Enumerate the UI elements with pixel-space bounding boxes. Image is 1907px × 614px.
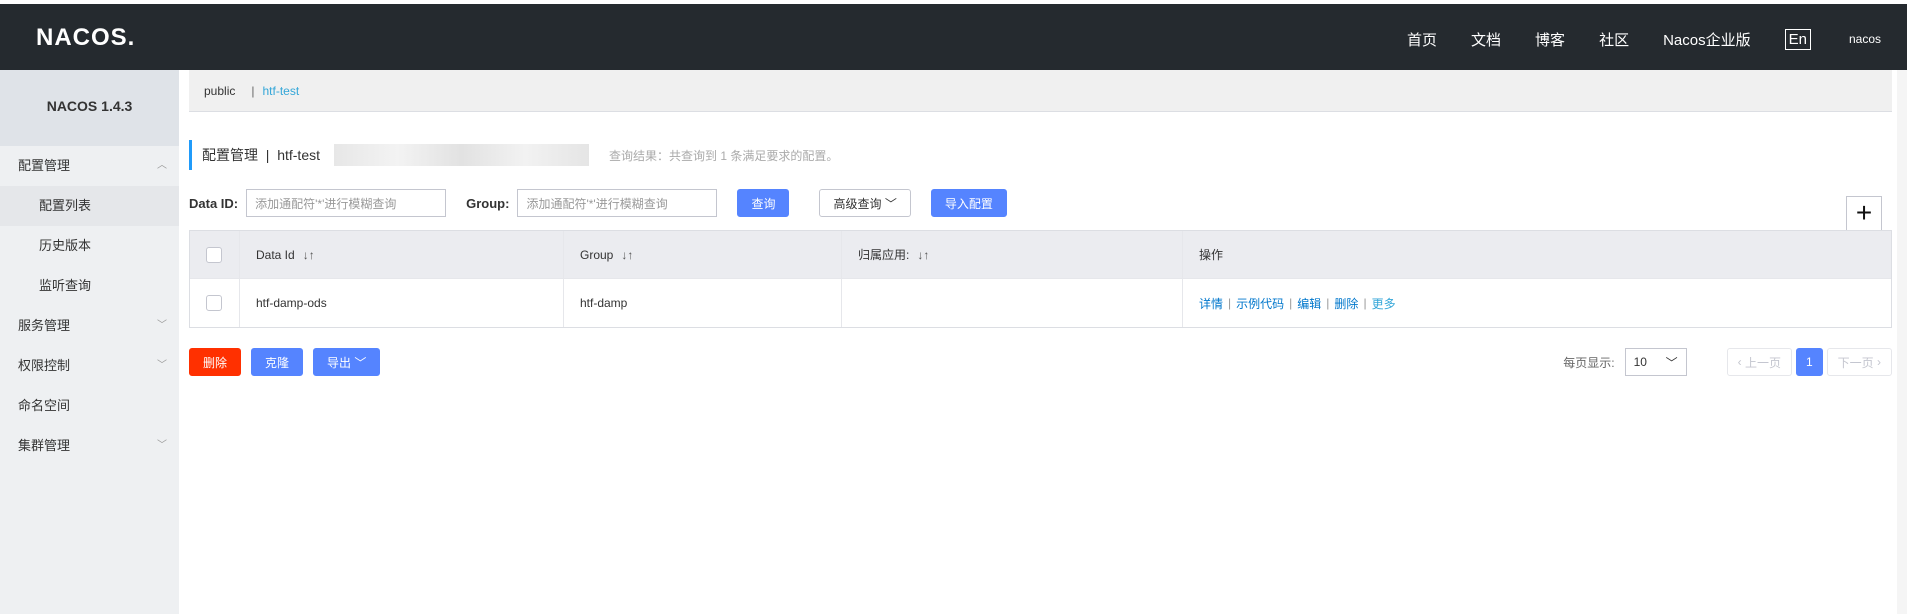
- table-header-row: Data Id ↓↑ Group ↓↑ 归属应用: ↓↑ 操作: [190, 231, 1891, 279]
- pagination: 每页显示: 10 ﹀ ‹ 上一页 1 下一页 ›: [1563, 348, 1892, 376]
- sidebar-item-listener-query[interactable]: 监听查询: [0, 266, 179, 306]
- header-group[interactable]: Group ↓↑: [564, 231, 842, 278]
- chevron-down-icon: ﹀: [157, 440, 167, 451]
- sidebar-item-label: 服务管理: [18, 318, 71, 333]
- sidebar: NACOS 1.4.3 配置管理 ︿ 配置列表 历史版本 监听查询 服务管理 ﹀…: [0, 70, 179, 614]
- header-data-id[interactable]: Data Id ↓↑: [240, 231, 564, 278]
- bulk-delete-button[interactable]: 删除: [189, 348, 242, 376]
- more-link[interactable]: 更多: [1372, 295, 1396, 312]
- namespace-bar: public | htf-test: [189, 70, 1892, 112]
- search-row: Data ID: 添加通配符'*'进行模糊查询 Group: 添加通配符'*'进…: [189, 188, 1892, 232]
- namespace-current-link[interactable]: htf-test: [262, 84, 299, 98]
- sample-code-link[interactable]: 示例代码: [1236, 295, 1284, 312]
- next-page-button[interactable]: 下一页 ›: [1826, 348, 1892, 376]
- sidebar-item-label: 历史版本: [39, 238, 92, 253]
- sidebar-item-label: 权限控制: [18, 358, 71, 373]
- top-nav: 首页 文档 博客 社区 Nacos企业版 En nacos: [1407, 4, 1907, 74]
- nav-docs[interactable]: 文档: [1471, 29, 1501, 50]
- chevron-right-icon: ›: [1877, 355, 1881, 369]
- page-size-label: 每页显示:: [1563, 355, 1615, 370]
- namespace-public-link[interactable]: public: [204, 84, 235, 98]
- header-operations: 操作: [1199, 248, 1224, 262]
- sidebar-item-label: 命名空间: [18, 398, 71, 413]
- bulk-actions: 删除 克隆 导出 ﹀: [189, 348, 381, 376]
- sidebar-item-config-management[interactable]: 配置管理 ︿: [0, 146, 179, 186]
- sidebar-item-history[interactable]: 历史版本: [0, 226, 179, 266]
- sidebar-item-service-management[interactable]: 服务管理 ﹀: [0, 306, 179, 346]
- cell-operations: 详情 | 示例代码 | 编辑 | 删除 | 更多: [1199, 295, 1396, 312]
- title-accent-bar: [189, 140, 192, 170]
- nav-blog[interactable]: 博客: [1535, 29, 1565, 50]
- chevron-down-icon: ﹀: [157, 320, 167, 331]
- import-config-button[interactable]: 导入配置: [930, 189, 1007, 217]
- chevron-left-icon: ‹: [1737, 355, 1742, 369]
- header-app[interactable]: 归属应用: ↓↑: [842, 231, 1183, 278]
- redacted-namespace-id: [334, 144, 589, 166]
- sidebar-item-cluster-management[interactable]: 集群管理 ﹀: [0, 426, 179, 466]
- data-id-label: Data ID:: [189, 195, 239, 211]
- page-size-select[interactable]: 10 ﹀: [1624, 348, 1687, 376]
- scrollbar-track[interactable]: [1897, 70, 1907, 614]
- sidebar-item-namespace[interactable]: 命名空间: [0, 386, 179, 426]
- group-input[interactable]: 添加通配符'*'进行模糊查询: [517, 189, 718, 217]
- chevron-down-icon: ﹀: [884, 196, 897, 211]
- page-number-button[interactable]: 1: [1795, 348, 1823, 376]
- row-select-cell: [190, 279, 240, 327]
- main-content: public | htf-test 配置管理 | htf-test 查询结果：共…: [189, 70, 1892, 376]
- sidebar-item-label: 集群管理: [18, 438, 71, 453]
- sidebar-item-config-list[interactable]: 配置列表: [0, 186, 179, 226]
- sidebar-item-label: 配置管理: [18, 158, 71, 173]
- select-all-cell: [190, 231, 240, 278]
- nav-community[interactable]: 社区: [1599, 29, 1629, 50]
- namespace-separator: |: [251, 83, 255, 98]
- top-navbar: NACOS. 首页 文档 博客 社区 Nacos企业版 En nacos: [0, 0, 1907, 70]
- cell-data-id: htf-damp-ods: [240, 279, 564, 327]
- language-switch-button[interactable]: En: [1784, 28, 1811, 50]
- sort-icon[interactable]: ↓↑: [621, 248, 633, 262]
- chevron-down-icon: ﹀: [1665, 355, 1678, 370]
- data-id-input[interactable]: 添加通配符'*'进行模糊查询: [246, 189, 447, 217]
- cell-app: [842, 279, 1183, 327]
- page-title: 配置管理 | htf-test: [202, 147, 320, 163]
- sidebar-item-access-control[interactable]: 权限控制 ﹀: [0, 346, 179, 386]
- sidebar-item-label: 配置列表: [39, 198, 92, 213]
- sidebar-item-label: 监听查询: [39, 278, 92, 293]
- bulk-export-button[interactable]: 导出 ﹀: [313, 348, 381, 376]
- chevron-up-icon: ︿: [157, 160, 167, 171]
- chevron-down-icon: ﹀: [157, 360, 167, 371]
- add-config-button[interactable]: +: [1846, 196, 1882, 232]
- select-all-checkbox[interactable]: [206, 246, 222, 263]
- nav-enterprise[interactable]: Nacos企业版: [1663, 29, 1751, 50]
- page-title-row: 配置管理 | htf-test 查询结果：共查询到 1 条满足要求的配置。: [189, 140, 838, 170]
- advanced-query-button[interactable]: 高级查询 ﹀: [819, 189, 911, 217]
- query-result-text: 查询结果：共查询到 1 条满足要求的配置。: [609, 148, 839, 163]
- nav-home[interactable]: 首页: [1407, 29, 1437, 50]
- query-button[interactable]: 查询: [737, 189, 790, 217]
- group-label: Group:: [466, 195, 510, 211]
- bottom-actions-row: 删除 克隆 导出 ﹀ 每页显示: 10 ﹀ ‹ 上一页 1 下一页 ›: [189, 348, 1892, 376]
- version-label: NACOS 1.4.3: [0, 70, 179, 146]
- bulk-clone-button[interactable]: 克隆: [251, 348, 304, 376]
- edit-link[interactable]: 编辑: [1297, 295, 1321, 312]
- delete-link[interactable]: 删除: [1334, 295, 1358, 312]
- details-link[interactable]: 详情: [1199, 295, 1223, 312]
- nacos-logo[interactable]: NACOS.: [36, 24, 135, 52]
- config-table: Data Id ↓↑ Group ↓↑ 归属应用: ↓↑ 操作 htf-damp-od…: [189, 230, 1892, 328]
- sort-icon[interactable]: ↓↑: [303, 248, 315, 262]
- cell-group: htf-damp: [564, 279, 842, 327]
- row-checkbox[interactable]: [206, 295, 222, 311]
- prev-page-button[interactable]: ‹ 上一页: [1726, 348, 1792, 376]
- sort-icon[interactable]: ↓↑: [917, 248, 929, 262]
- table-row: htf-damp-ods htf-damp 详情 | 示例代码 | 编辑 | 删除 | …: [190, 279, 1891, 327]
- chevron-down-icon: ﹀: [354, 355, 367, 370]
- user-name[interactable]: nacos: [1849, 32, 1881, 46]
